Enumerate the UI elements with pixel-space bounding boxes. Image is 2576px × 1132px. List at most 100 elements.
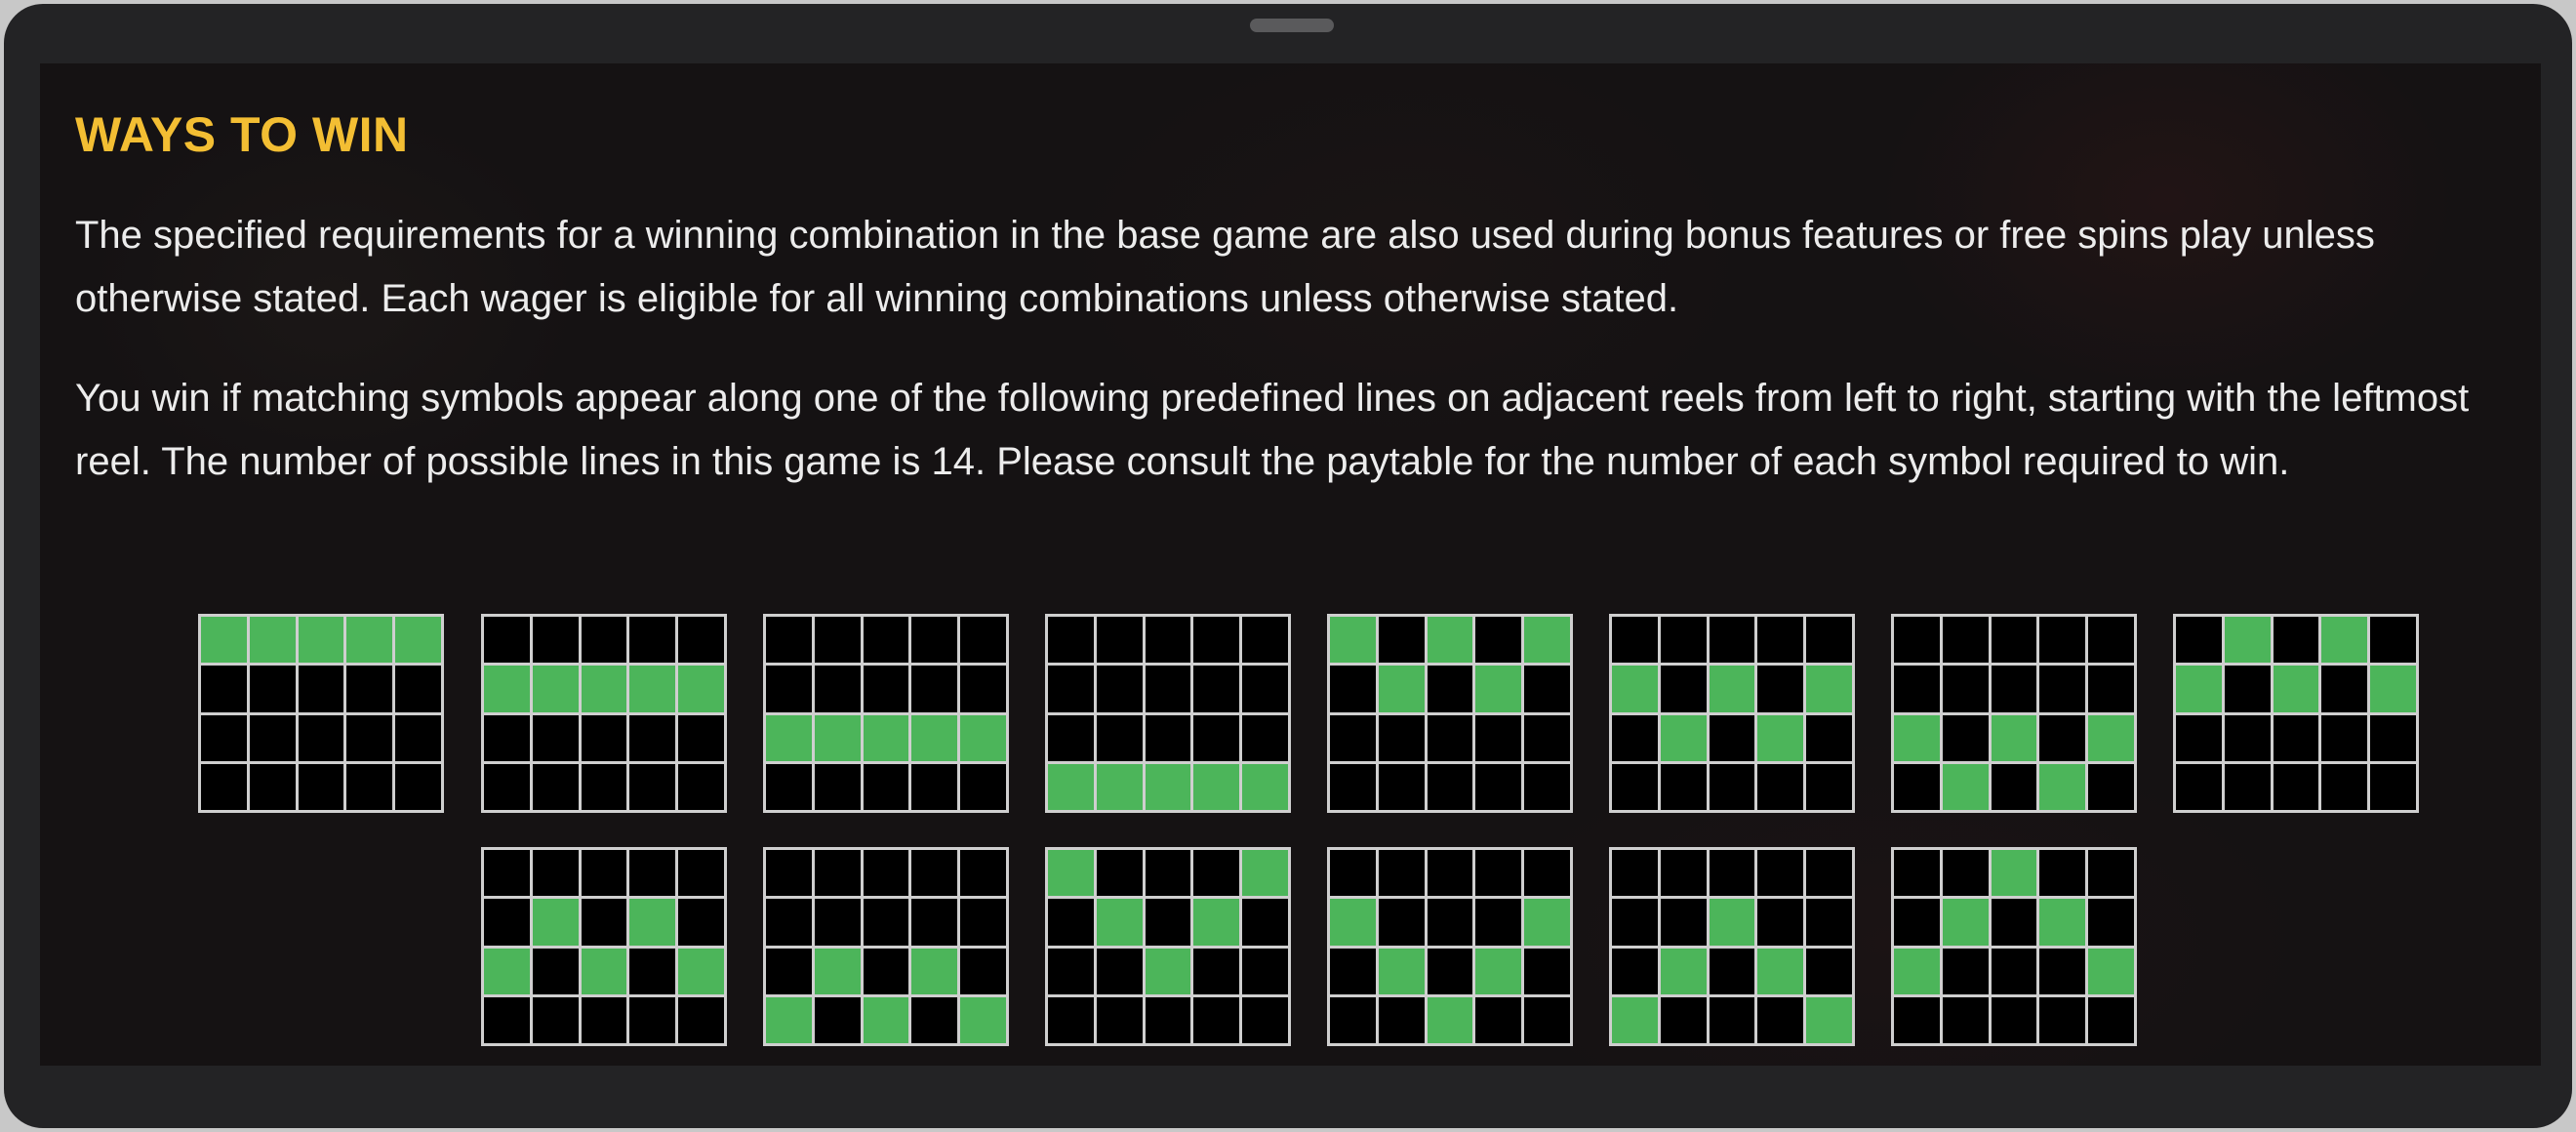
- grid-cell: [581, 899, 627, 946]
- grid-cell: [1378, 996, 1425, 1043]
- grid-cell: [960, 763, 1006, 810]
- grid-cell: [395, 714, 441, 761]
- highlighted-cell: [1991, 850, 2037, 897]
- grid-cell: [678, 714, 724, 761]
- highlighted-cell: [678, 666, 724, 712]
- highlighted-cell: [814, 948, 861, 994]
- highlighted-cell: [1378, 948, 1425, 994]
- grid-cell: [395, 763, 441, 810]
- grid-cell: [1145, 666, 1191, 712]
- highlighted-cell: [581, 948, 627, 994]
- payline-8: [2173, 614, 2419, 813]
- highlighted-cell: [1757, 714, 1804, 761]
- grid-cell: [1524, 948, 1570, 994]
- grid-cell: [1048, 996, 1094, 1043]
- highlighted-cell: [532, 899, 579, 946]
- requirements-paragraph: The specified requirements for a winning…: [75, 214, 2375, 320]
- highlighted-cell: [1709, 666, 1755, 712]
- grid-cell: [960, 948, 1006, 994]
- grid-cell: [1242, 714, 1288, 761]
- grid-cell: [1048, 899, 1094, 946]
- grid-cell: [1709, 714, 1755, 761]
- grid-cell: [1612, 617, 1658, 664]
- payline-1: [198, 614, 444, 813]
- grid-cell: [1660, 763, 1707, 810]
- grid-cell: [678, 996, 724, 1043]
- highlighted-cell: [1242, 763, 1288, 810]
- grid-cell: [2088, 996, 2134, 1043]
- grid-cell: [2273, 714, 2319, 761]
- highlighted-cell: [2273, 666, 2319, 712]
- grid-cell: [1427, 899, 1473, 946]
- highlighted-cell: [1612, 666, 1658, 712]
- grid-cell: [2370, 763, 2416, 810]
- highlighted-cell: [2088, 948, 2134, 994]
- grid-cell: [960, 617, 1006, 664]
- grid-cell: [2088, 850, 2134, 897]
- highlighted-cell: [1145, 763, 1191, 810]
- grid-cell: [346, 666, 393, 712]
- highlighted-cell: [1660, 714, 1707, 761]
- grid-cell: [814, 763, 861, 810]
- highlighted-cell: [532, 666, 579, 712]
- grid-cell: [1757, 666, 1804, 712]
- grid-cell: [1612, 763, 1658, 810]
- highlighted-cell: [1894, 948, 1940, 994]
- grid-cell: [2088, 899, 2134, 946]
- grid-cell: [1806, 714, 1852, 761]
- highlighted-cell: [484, 666, 530, 712]
- grid-cell: [484, 899, 530, 946]
- lines-paragraph: You win if matching symbols appear along…: [75, 377, 2470, 483]
- grid-cell: [532, 617, 579, 664]
- grid-cell: [1378, 899, 1425, 946]
- grid-cell: [1475, 714, 1522, 761]
- grid-cell: [298, 666, 344, 712]
- grid-cell: [629, 948, 676, 994]
- highlighted-cell: [1894, 714, 1940, 761]
- grid-cell: [1048, 666, 1094, 712]
- grid-cell: [1475, 617, 1522, 664]
- grid-cell: [1894, 763, 1940, 810]
- grid-cell: [1378, 763, 1425, 810]
- grid-cell: [1193, 850, 1240, 897]
- grid-cell: [1660, 850, 1707, 897]
- grid-cell: [629, 996, 676, 1043]
- grid-cell: [1096, 617, 1143, 664]
- grid-cell: [2321, 666, 2368, 712]
- grid-cell: [629, 617, 676, 664]
- grid-cell: [2321, 763, 2368, 810]
- grid-cell: [484, 996, 530, 1043]
- grid-cell: [1193, 666, 1240, 712]
- highlighted-cell: [1660, 948, 1707, 994]
- grid-cell: [1806, 617, 1852, 664]
- grid-cell: [814, 617, 861, 664]
- highlighted-cell: [2176, 666, 2222, 712]
- highlighted-cell: [1330, 899, 1376, 946]
- grid-cell: [346, 714, 393, 761]
- grid-cell: [2039, 850, 2086, 897]
- grid-cell: [629, 763, 676, 810]
- grid-cell: [1096, 850, 1143, 897]
- grid-cell: [346, 763, 393, 810]
- grid-cell: [1660, 899, 1707, 946]
- section-title: WAYS TO WIN: [75, 107, 409, 162]
- highlighted-cell: [298, 617, 344, 664]
- grid-cell: [2039, 996, 2086, 1043]
- highlighted-cell: [1048, 763, 1094, 810]
- grid-cell: [1757, 996, 1804, 1043]
- grid-cell: [1475, 850, 1522, 897]
- grid-cell: [1096, 666, 1143, 712]
- grid-cell: [1612, 714, 1658, 761]
- highlighted-cell: [249, 617, 296, 664]
- grid-cell: [911, 666, 958, 712]
- grid-cell: [2176, 617, 2222, 664]
- grid-cell: [1942, 617, 1989, 664]
- drag-handle[interactable]: [1250, 19, 1334, 32]
- grid-cell: [2039, 617, 2086, 664]
- highlighted-cell: [1193, 763, 1240, 810]
- highlighted-cell: [1096, 763, 1143, 810]
- highlighted-cell: [629, 899, 676, 946]
- highlighted-cell: [2088, 714, 2134, 761]
- payline-4: [1045, 614, 1291, 813]
- grid-cell: [2176, 763, 2222, 810]
